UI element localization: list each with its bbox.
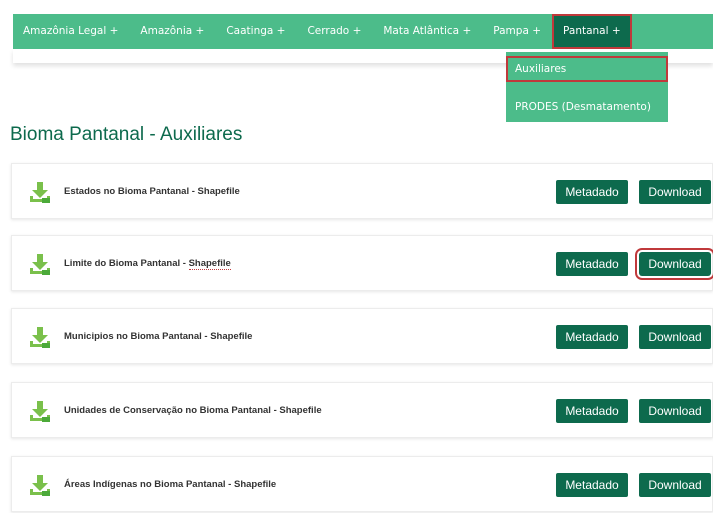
download-icon xyxy=(30,401,50,422)
metadata-button[interactable]: Metadado xyxy=(556,325,628,349)
card-label: Estados no Bioma Pantanal - Shapefile xyxy=(64,186,240,197)
nav-item-amazonia[interactable]: Amazônia + xyxy=(129,14,215,49)
download-icon xyxy=(30,475,50,496)
list-item: Limite do Bioma Pantanal - Shapefile Met… xyxy=(11,235,713,291)
card-label-prefix: Limite do Bioma Pantanal - xyxy=(64,258,189,269)
page-title: Bioma Pantanal - Auxiliares xyxy=(10,124,243,145)
download-icon xyxy=(30,254,50,275)
nav-item-amazonia-legal[interactable]: Amazônia Legal + xyxy=(13,14,129,49)
card-label: Áreas Indígenas no Bioma Pantanal - Shap… xyxy=(64,479,277,490)
metadata-button[interactable]: Metadado xyxy=(556,399,628,423)
list-item: Áreas Indígenas no Bioma Pantanal - Shap… xyxy=(11,456,713,512)
nav-item-caatinga[interactable]: Caatinga + xyxy=(215,14,296,49)
list-item: Unidades de Conservação no Bioma Pantana… xyxy=(11,382,713,438)
metadata-button[interactable]: Metadado xyxy=(556,180,628,204)
list-item: Municipios no Bioma Pantanal - Shapefile… xyxy=(11,308,713,364)
download-icon xyxy=(30,327,50,348)
top-navbar: Amazônia Legal + Amazônia + Caatinga + C… xyxy=(13,14,713,49)
metadata-button[interactable]: Metadado xyxy=(556,252,628,276)
download-button[interactable]: Download xyxy=(639,399,711,423)
download-icon xyxy=(30,182,50,203)
dropdown-item-auxiliares[interactable]: Auxiliares xyxy=(506,56,668,82)
nav-item-pantanal[interactable]: Pantanal + xyxy=(552,14,632,49)
nav-item-cerrado[interactable]: Cerrado + xyxy=(296,14,372,49)
pantanal-dropdown-menu: Auxiliares PRODES (Desmatamento) xyxy=(506,52,668,122)
list-item: Estados no Bioma Pantanal - Shapefile Me… xyxy=(11,163,713,219)
download-button[interactable]: Download xyxy=(639,473,711,497)
download-button[interactable]: Download xyxy=(639,180,711,204)
download-button[interactable]: Download xyxy=(639,325,711,349)
nav-item-pampa[interactable]: Pampa + xyxy=(482,14,552,49)
card-label: Limite do Bioma Pantanal - Shapefile xyxy=(64,236,231,292)
card-label: Municipios no Bioma Pantanal - Shapefile xyxy=(64,331,253,342)
card-label: Unidades de Conservação no Bioma Pantana… xyxy=(64,405,322,416)
dropdown-item-prodes[interactable]: PRODES (Desmatamento) xyxy=(506,94,668,120)
download-button-highlighted[interactable]: Download xyxy=(635,248,713,280)
nav-item-mata-atlantica[interactable]: Mata Atlântica + xyxy=(372,14,482,49)
card-label-shapefile: Shapefile xyxy=(188,258,231,270)
metadata-button[interactable]: Metadado xyxy=(556,473,628,497)
